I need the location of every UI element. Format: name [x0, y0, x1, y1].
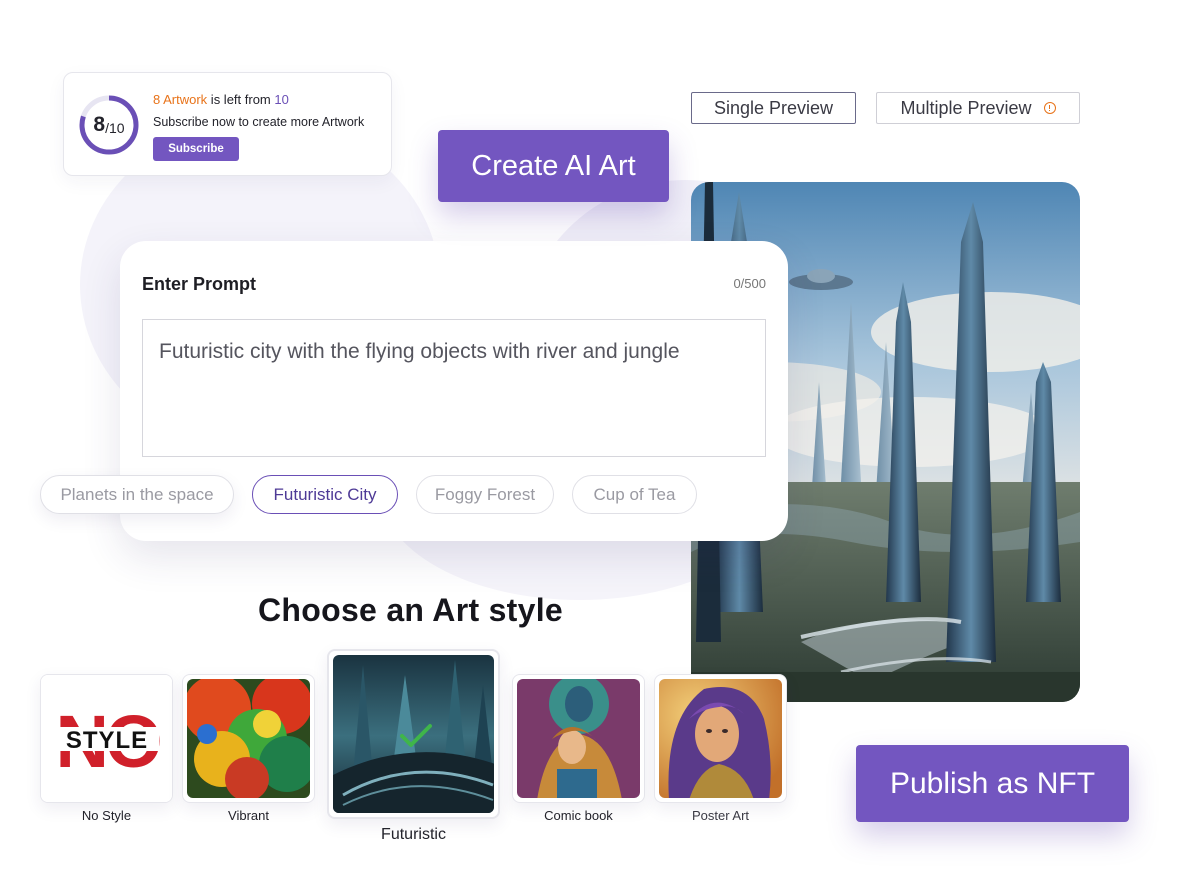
subscribe-button[interactable]: Subscribe: [153, 137, 239, 161]
no-style-logo: NO STYLE: [41, 675, 172, 802]
style-label-vibrant: Vibrant: [228, 808, 269, 823]
suggestion-chip-cup-of-tea[interactable]: Cup of Tea: [572, 475, 697, 514]
multiple-preview-button[interactable]: Multiple Preview: [876, 92, 1080, 124]
style-tile-poster-art[interactable]: [654, 674, 787, 803]
style-tile-futuristic[interactable]: [327, 649, 500, 819]
poster-art-style-image: [659, 679, 782, 798]
style-tile-no-style[interactable]: NO STYLE: [40, 674, 173, 803]
suggestion-chip-planets[interactable]: Planets in the space: [40, 475, 234, 514]
artwork-left-text: 8 Artwork is left from 10: [153, 92, 289, 107]
multiple-preview-label: Multiple Preview: [900, 97, 1032, 118]
style-tile-vibrant[interactable]: [182, 674, 315, 803]
art-style-heading: Choose an Art style: [258, 592, 564, 628]
subscribe-prompt-text: Subscribe now to create more Artwork: [153, 115, 365, 129]
style-label-futuristic: Futuristic: [381, 826, 446, 843]
suggestion-chip-foggy-forest[interactable]: Foggy Forest: [416, 475, 554, 514]
checkmark-icon: [400, 724, 432, 747]
artwork-total-count: /10: [105, 119, 125, 136]
single-preview-label: Single Preview: [713, 97, 834, 118]
publish-as-nft-button[interactable]: Publish as NFT: [856, 745, 1129, 822]
prompt-char-count: 0/500: [733, 276, 766, 291]
prompt-title: Enter Prompt: [142, 274, 257, 294]
artwork-left-total: 10: [274, 92, 289, 107]
artwork-counter-card: 8 /10 8 Artwork is left from 10 Subscrib…: [63, 72, 392, 176]
svg-text:STYLE: STYLE: [66, 727, 148, 754]
vibrant-style-image: [187, 679, 310, 798]
style-tile-comic-book[interactable]: [512, 674, 645, 803]
artwork-left-middle: is left from: [207, 92, 275, 107]
comic-book-style-image: [517, 679, 640, 798]
style-label-comic-book: Comic book: [544, 808, 613, 823]
artwork-progress-ring: 8 /10: [78, 94, 140, 156]
artwork-remaining-count: 8: [93, 113, 106, 136]
style-label-no-style: No Style: [81, 808, 132, 823]
artwork-left-count: 8 Artwork: [153, 92, 208, 107]
style-label-poster-art: Poster Art: [691, 808, 750, 823]
info-icon: [1043, 102, 1056, 114]
create-ai-art-button[interactable]: Create AI Art: [438, 130, 669, 202]
single-preview-button[interactable]: Single Preview: [691, 92, 856, 124]
suggestion-chip-futuristic-city[interactable]: Futuristic City: [252, 475, 398, 514]
prompt-textarea[interactable]: Futuristic city with the flying objects …: [142, 319, 766, 457]
